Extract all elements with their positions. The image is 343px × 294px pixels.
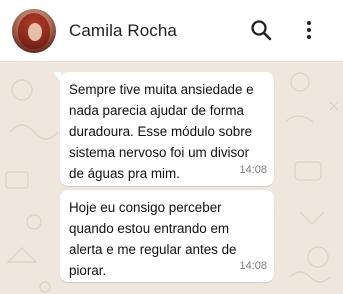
message-bubble[interactable]: Hoje eu consigo perceber quando estou en… [60, 190, 274, 282]
message-time: 14:08 [239, 260, 267, 272]
message-bubble[interactable]: Sempre tive muita ansiedade e nada parec… [53, 72, 274, 186]
search-icon[interactable] [249, 18, 273, 42]
avatar[interactable] [12, 9, 56, 53]
avatar-face [28, 23, 42, 41]
message-text: Hoje eu consigo perceber quando estou en… [69, 200, 237, 278]
more-vert-icon[interactable] [299, 18, 319, 42]
message-time: 14:08 [239, 164, 267, 176]
chat-header: Camila Rocha [0, 0, 343, 62]
message-text: Sempre tive muita ansiedade e nada parec… [69, 82, 254, 181]
chat-background: Sempre tive muita ansiedade e nada parec… [0, 62, 343, 294]
contact-name[interactable]: Camila Rocha [69, 21, 177, 41]
bubble-tail [53, 72, 61, 82]
